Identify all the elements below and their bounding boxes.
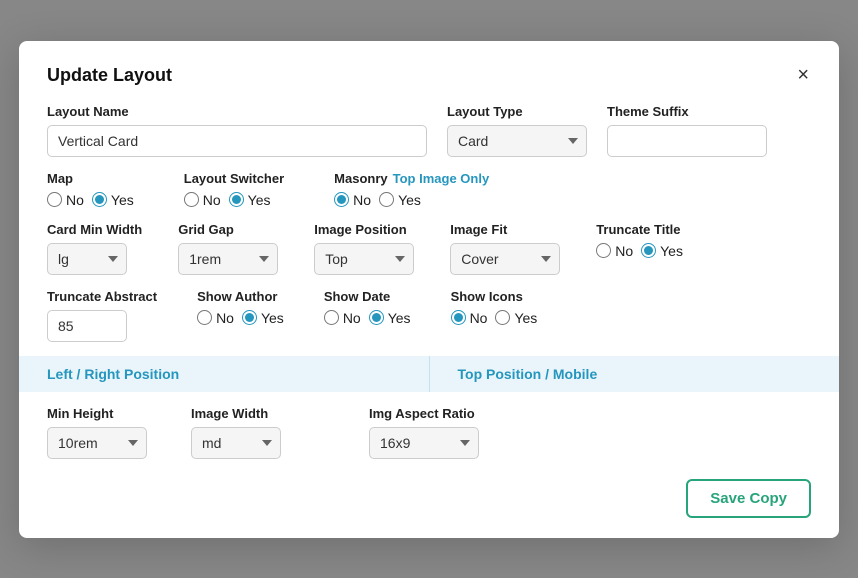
layout-name-group: Layout Name xyxy=(47,104,427,157)
show-author-radio-group: No Yes xyxy=(197,310,284,326)
masonry-no-label[interactable]: No xyxy=(334,192,371,208)
masonry-yes-radio[interactable] xyxy=(379,192,394,207)
layout-switcher-radio-group: No Yes xyxy=(184,192,284,208)
truncate-title-yes-radio[interactable] xyxy=(641,243,656,258)
grid-gap-select[interactable]: 00.5rem1rem1.5rem2rem xyxy=(178,243,278,275)
image-fit-select[interactable]: CoverContainFillNone xyxy=(450,243,560,275)
map-yes-label[interactable]: Yes xyxy=(92,192,134,208)
show-author-yes-radio[interactable] xyxy=(242,310,257,325)
show-date-group: Show Date No Yes xyxy=(324,289,411,326)
show-date-label: Show Date xyxy=(324,289,411,304)
layout-switcher-label: Layout Switcher xyxy=(184,171,284,186)
image-position-group: Image Position TopLeftRightBottom xyxy=(314,222,414,275)
section-divider: Left / Right Position Top Position / Mob… xyxy=(19,356,839,392)
truncate-abstract-label: Truncate Abstract xyxy=(47,289,157,304)
grid-gap-group: Grid Gap 00.5rem1rem1.5rem2rem xyxy=(178,222,278,275)
modal-header: Update Layout × xyxy=(47,65,811,86)
masonry-yes-label[interactable]: Yes xyxy=(379,192,421,208)
show-date-yes-label[interactable]: Yes xyxy=(369,310,411,326)
show-date-yes-radio[interactable] xyxy=(369,310,384,325)
show-author-no-label[interactable]: No xyxy=(197,310,234,326)
truncate-abstract-group: Truncate Abstract xyxy=(47,289,157,342)
truncate-title-group: Truncate Title No Yes xyxy=(596,222,683,259)
layout-name-input[interactable] xyxy=(47,125,427,157)
map-radio-group: No Yes xyxy=(47,192,134,208)
min-height-label: Min Height xyxy=(47,406,147,421)
theme-suffix-label: Theme Suffix xyxy=(607,104,767,119)
row-map-switcher: Map No Yes Layout Switcher xyxy=(47,171,811,208)
card-min-width-label: Card Min Width xyxy=(47,222,142,237)
grid-gap-label: Grid Gap xyxy=(178,222,278,237)
image-width-select[interactable]: xssmmdlgxl xyxy=(191,427,281,459)
map-no-label[interactable]: No xyxy=(47,192,84,208)
truncate-title-no-label[interactable]: No xyxy=(596,243,633,259)
layout-switcher-yes-radio[interactable] xyxy=(229,192,244,207)
layout-type-select[interactable]: Card List Grid Masonry xyxy=(447,125,587,157)
truncate-title-radio-group: No Yes xyxy=(596,243,683,259)
show-icons-label: Show Icons xyxy=(451,289,538,304)
layout-switcher-no-label[interactable]: No xyxy=(184,192,221,208)
masonry-link[interactable]: Top Image Only xyxy=(393,171,490,186)
row-card-settings: Card Min Width xssmmdlgxl Grid Gap 00.5r… xyxy=(47,222,811,275)
masonry-group: Masonry Top Image Only No Yes xyxy=(334,171,489,208)
theme-suffix-input[interactable] xyxy=(607,125,767,157)
masonry-radio-group: No Yes xyxy=(334,192,489,208)
min-height-select[interactable]: 5rem8rem10rem12rem15rem xyxy=(47,427,147,459)
card-min-width-group: Card Min Width xssmmdlgxl xyxy=(47,222,142,275)
show-icons-no-radio[interactable] xyxy=(451,310,466,325)
row-layout-basics: Layout Name Layout Type Card List Grid M… xyxy=(47,104,811,157)
show-icons-yes-label[interactable]: Yes xyxy=(495,310,537,326)
card-min-width-select[interactable]: xssmmdlgxl xyxy=(47,243,127,275)
show-author-group: Show Author No Yes xyxy=(197,289,284,326)
show-author-no-radio[interactable] xyxy=(197,310,212,325)
save-copy-button[interactable]: Save Copy xyxy=(686,479,811,518)
image-width-label: Image Width xyxy=(191,406,281,421)
show-author-label: Show Author xyxy=(197,289,284,304)
truncate-title-label: Truncate Title xyxy=(596,222,683,237)
bottom-row: Min Height 5rem8rem10rem12rem15rem Image… xyxy=(47,406,811,459)
image-fit-label: Image Fit xyxy=(450,222,560,237)
map-yes-radio[interactable] xyxy=(92,192,107,207)
show-icons-no-label[interactable]: No xyxy=(451,310,488,326)
layout-name-label: Layout Name xyxy=(47,104,427,119)
show-icons-group: Show Icons No Yes xyxy=(451,289,538,326)
left-right-position-section: Left / Right Position xyxy=(19,356,430,392)
masonry-label-row: Masonry Top Image Only xyxy=(334,171,489,186)
img-aspect-ratio-select[interactable]: 1x14x316x921x9 xyxy=(369,427,479,459)
modal: Update Layout × Layout Name Layout Type … xyxy=(19,41,839,538)
show-icons-radio-group: No Yes xyxy=(451,310,538,326)
masonry-no-radio[interactable] xyxy=(334,192,349,207)
map-label: Map xyxy=(47,171,134,186)
img-aspect-ratio-label: Img Aspect Ratio xyxy=(369,406,479,421)
layout-switcher-no-radio[interactable] xyxy=(184,192,199,207)
show-date-radio-group: No Yes xyxy=(324,310,411,326)
show-author-yes-label[interactable]: Yes xyxy=(242,310,284,326)
close-button[interactable]: × xyxy=(795,65,811,85)
layout-switcher-group: Layout Switcher No Yes xyxy=(184,171,284,208)
map-group: Map No Yes xyxy=(47,171,134,208)
layout-switcher-yes-label[interactable]: Yes xyxy=(229,192,271,208)
img-aspect-ratio-group: Img Aspect Ratio 1x14x316x921x9 xyxy=(369,406,479,459)
layout-type-label: Layout Type xyxy=(447,104,587,119)
image-fit-group: Image Fit CoverContainFillNone xyxy=(450,222,560,275)
modal-title: Update Layout xyxy=(47,65,172,86)
map-no-radio[interactable] xyxy=(47,192,62,207)
show-date-no-radio[interactable] xyxy=(324,310,339,325)
image-position-select[interactable]: TopLeftRightBottom xyxy=(314,243,414,275)
image-position-label: Image Position xyxy=(314,222,414,237)
top-position-mobile-section: Top Position / Mobile xyxy=(430,356,840,392)
row-abstract-settings: Truncate Abstract Show Author No Yes xyxy=(47,289,811,342)
theme-suffix-group: Theme Suffix xyxy=(607,104,767,157)
show-icons-yes-radio[interactable] xyxy=(495,310,510,325)
truncate-title-yes-label[interactable]: Yes xyxy=(641,243,683,259)
min-height-group: Min Height 5rem8rem10rem12rem15rem xyxy=(47,406,147,459)
truncate-abstract-input[interactable] xyxy=(47,310,127,342)
layout-type-group: Layout Type Card List Grid Masonry xyxy=(447,104,587,157)
show-date-no-label[interactable]: No xyxy=(324,310,361,326)
footer-row: Save Copy xyxy=(47,479,811,518)
truncate-title-no-radio[interactable] xyxy=(596,243,611,258)
image-width-group: Image Width xssmmdlgxl xyxy=(191,406,281,459)
modal-overlay: Update Layout × Layout Name Layout Type … xyxy=(0,0,858,578)
masonry-label: Masonry xyxy=(334,171,387,186)
